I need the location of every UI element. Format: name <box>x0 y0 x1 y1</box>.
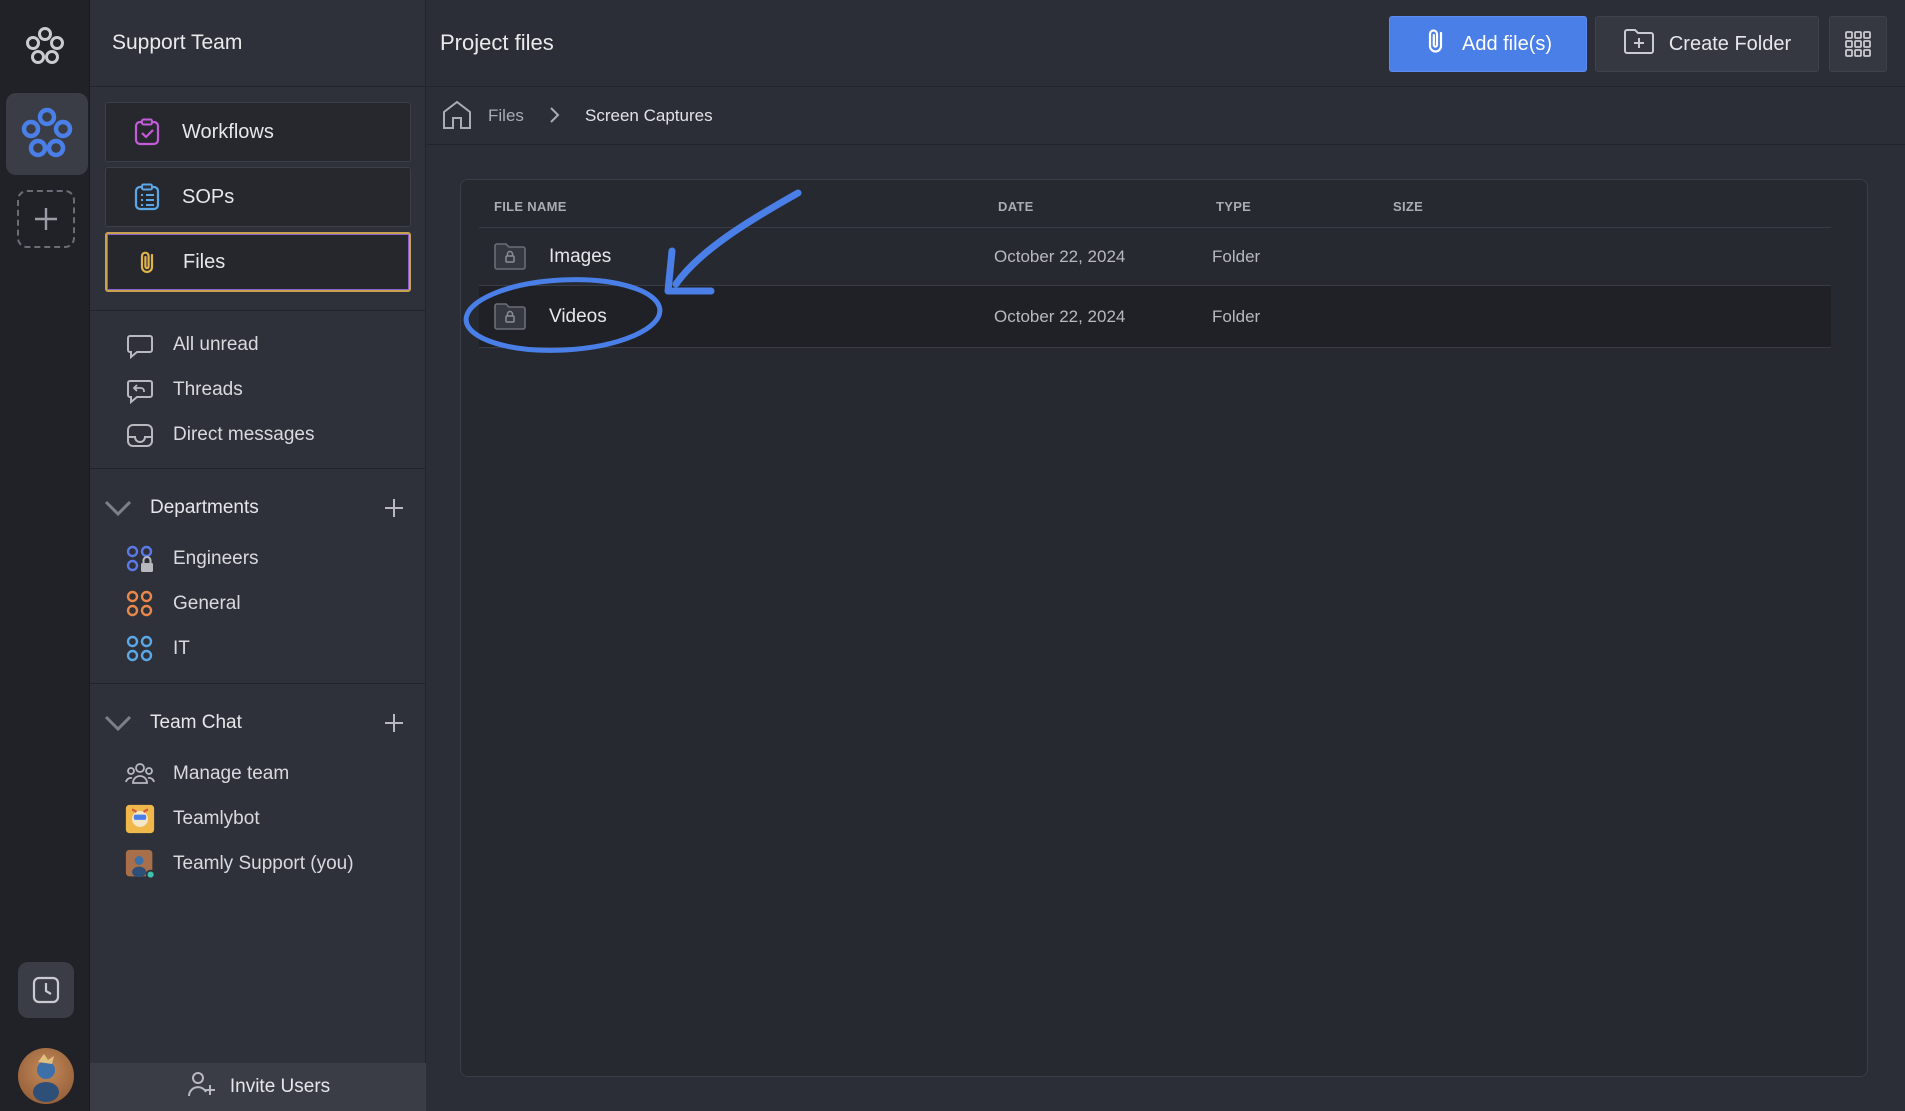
nav-files[interactable]: Files <box>105 232 411 292</box>
sidebar-item-label: General <box>173 593 241 614</box>
nav-sops[interactable]: SOPs <box>105 167 411 227</box>
paperclip-icon <box>133 247 163 277</box>
team-chat-title: Team Chat <box>150 712 242 733</box>
page-title: Project files <box>440 30 554 55</box>
table-row[interactable]: Videos October 22, 2024 Folder <box>479 286 1831 348</box>
clock-icon <box>32 976 60 1004</box>
list-clipboard-icon <box>132 182 162 212</box>
dm-teamly-support[interactable]: Teamly Support (you) <box>125 846 354 882</box>
create-folder-button[interactable]: Create Folder <box>1595 16 1819 72</box>
channel-engineers[interactable]: Engineers <box>125 541 259 577</box>
dm-teamlybot[interactable]: Teamlybot <box>125 801 260 837</box>
user-avatar <box>125 849 155 880</box>
grid-icon <box>1845 31 1871 57</box>
channel-it[interactable]: IT <box>125 631 190 667</box>
column-header-file-name[interactable]: FILE NAME <box>494 199 567 214</box>
file-name[interactable]: Videos <box>549 306 607 328</box>
workspace-rail <box>0 0 90 1111</box>
sidebar-item-label: Engineers <box>173 548 259 569</box>
sidebar: Support Team Workflows SOPs Files All un… <box>90 0 426 1111</box>
sidebar-item-label: Direct messages <box>173 424 315 445</box>
user-avatar[interactable] <box>18 1048 74 1104</box>
folder-plus-icon <box>1623 27 1655 61</box>
top-bar: Project files Add file(s) Create Folder <box>427 0 1905 87</box>
nav-workflows-label: Workflows <box>182 120 274 143</box>
file-type: Folder <box>1212 307 1261 326</box>
files-table: FILE NAME DATE TYPE SIZE Images October … <box>460 179 1868 1077</box>
chevron-down-icon <box>100 713 136 733</box>
invite-users-label: Invite Users <box>229 1076 331 1097</box>
sidebar-item-label: All unread <box>173 334 259 355</box>
sidebar-item-label: Threads <box>173 379 243 400</box>
sidebar-item-label: IT <box>173 638 190 659</box>
reply-bubble-icon <box>125 375 155 405</box>
locked-channel-icon <box>125 544 155 574</box>
bot-avatar <box>125 804 155 834</box>
add-department-icon[interactable] <box>382 496 406 526</box>
sidebar-item-label: Teamlybot <box>173 808 260 829</box>
file-date: October 22, 2024 <box>994 307 1126 326</box>
nav-workflows[interactable]: Workflows <box>105 102 411 162</box>
team-chat-header[interactable]: Team Chat <box>100 705 416 741</box>
sidebar-item-all-unread[interactable]: All unread <box>125 327 259 363</box>
add-files-label: Add file(s) <box>1461 32 1553 55</box>
home-icon[interactable] <box>441 98 473 137</box>
column-header-type[interactable]: TYPE <box>1216 199 1251 214</box>
channel-general[interactable]: General <box>125 586 241 622</box>
breadcrumb-current: Screen Captures <box>585 106 713 125</box>
sidebar-item-threads[interactable]: Threads <box>125 372 243 408</box>
chevron-right-icon <box>547 104 561 131</box>
app-logo-icon[interactable] <box>22 24 68 70</box>
clipboard-check-icon <box>132 117 162 147</box>
channel-icon <box>125 634 155 664</box>
column-header-date[interactable]: DATE <box>998 199 1034 214</box>
breadcrumb-files-link[interactable]: Files <box>488 106 524 126</box>
locked-folder-icon <box>493 241 527 276</box>
workspace-support-team-icon[interactable] <box>6 93 88 175</box>
invite-users-button[interactable]: Invite Users <box>90 1063 426 1111</box>
nav-files-label: Files <box>183 250 226 273</box>
table-row[interactable]: Images October 22, 2024 Folder <box>479 228 1831 286</box>
chat-bubble-icon <box>125 330 155 360</box>
file-date: October 22, 2024 <box>994 247 1126 266</box>
add-chat-icon[interactable] <box>382 711 406 741</box>
nav-sops-label: SOPs <box>182 185 235 208</box>
sidebar-item-manage-team[interactable]: Manage team <box>125 756 289 792</box>
file-type: Folder <box>1212 247 1261 266</box>
sidebar-item-label: Teamly Support (you) <box>173 853 354 874</box>
workspace-title: Support Team <box>90 0 425 87</box>
departments-title: Departments <box>150 497 259 518</box>
inbox-icon <box>125 420 155 450</box>
file-name[interactable]: Images <box>549 246 611 268</box>
paperclip-icon <box>1424 26 1448 62</box>
chevron-down-icon <box>100 498 136 518</box>
add-workspace-button[interactable] <box>17 190 75 248</box>
add-files-button[interactable]: Add file(s) <box>1389 16 1587 72</box>
history-button[interactable] <box>18 962 74 1018</box>
people-icon <box>125 759 155 789</box>
departments-header[interactable]: Departments <box>100 490 416 526</box>
channel-icon <box>125 589 155 619</box>
locked-folder-icon <box>493 301 527 336</box>
column-header-size[interactable]: SIZE <box>1393 199 1423 214</box>
create-folder-label: Create Folder <box>1668 32 1792 55</box>
sidebar-item-label: Manage team <box>173 763 290 784</box>
view-toggle-button[interactable] <box>1829 16 1887 72</box>
add-user-icon <box>186 1069 218 1105</box>
sidebar-item-direct-messages[interactable]: Direct messages <box>125 417 315 453</box>
breadcrumb: Files Screen Captures <box>427 88 1905 145</box>
